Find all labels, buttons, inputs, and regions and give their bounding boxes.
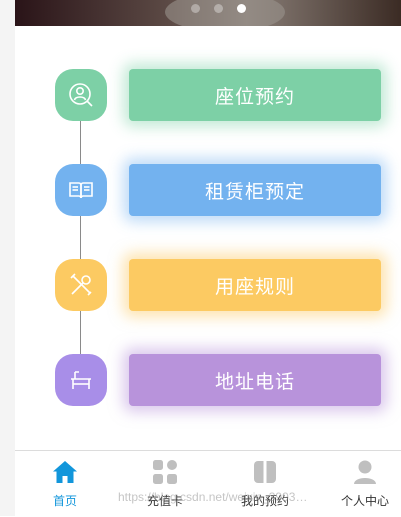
tab-my-bookings-label: 我的预约 — [240, 494, 289, 508]
seat-reservation-button[interactable]: 座位预约 — [129, 69, 381, 121]
tab-profile[interactable]: 个人中心 — [325, 459, 401, 509]
tools-icon[interactable] — [55, 259, 107, 311]
address-phone-button[interactable]: 地址电话 — [129, 354, 381, 406]
bottom-tab-bar: 首页 充值卡 我的预约 个人中心 — [15, 450, 401, 517]
menu-item-address-phone[interactable]: 地址电话 — [0, 353, 401, 407]
menu-item-locker-booking[interactable]: 租赁柜预定 — [0, 163, 401, 217]
menu-item-seat-rules[interactable]: 用座规则 — [0, 258, 401, 312]
carousel-dot[interactable] — [214, 4, 223, 13]
tab-home[interactable]: 首页 — [25, 459, 105, 509]
book-icon[interactable] — [55, 164, 107, 216]
timeline-line — [80, 100, 81, 380]
tab-recharge-card[interactable]: 充值卡 — [125, 459, 205, 509]
grid-icon — [153, 460, 177, 484]
carousel-dot-active[interactable] — [237, 4, 246, 13]
menu-item-seat-reservation[interactable]: 座位预约 — [0, 68, 401, 122]
carousel-indicator — [191, 4, 246, 13]
tab-recharge-card-label: 充值卡 — [146, 494, 183, 508]
tab-home-label: 首页 — [52, 494, 77, 508]
tab-profile-label: 个人中心 — [340, 494, 389, 508]
seat-rules-button[interactable]: 用座规则 — [129, 259, 381, 311]
locker-booking-button[interactable]: 租赁柜预定 — [129, 164, 381, 216]
banner-carousel[interactable] — [15, 0, 401, 26]
desk-icon[interactable] — [55, 354, 107, 406]
user-icon — [354, 460, 376, 484]
person-search-icon[interactable] — [55, 69, 107, 121]
carousel-dot[interactable] — [191, 4, 200, 13]
home-icon — [53, 461, 77, 483]
tab-my-bookings[interactable]: 我的预约 — [225, 459, 305, 509]
bookings-icon — [254, 461, 276, 483]
